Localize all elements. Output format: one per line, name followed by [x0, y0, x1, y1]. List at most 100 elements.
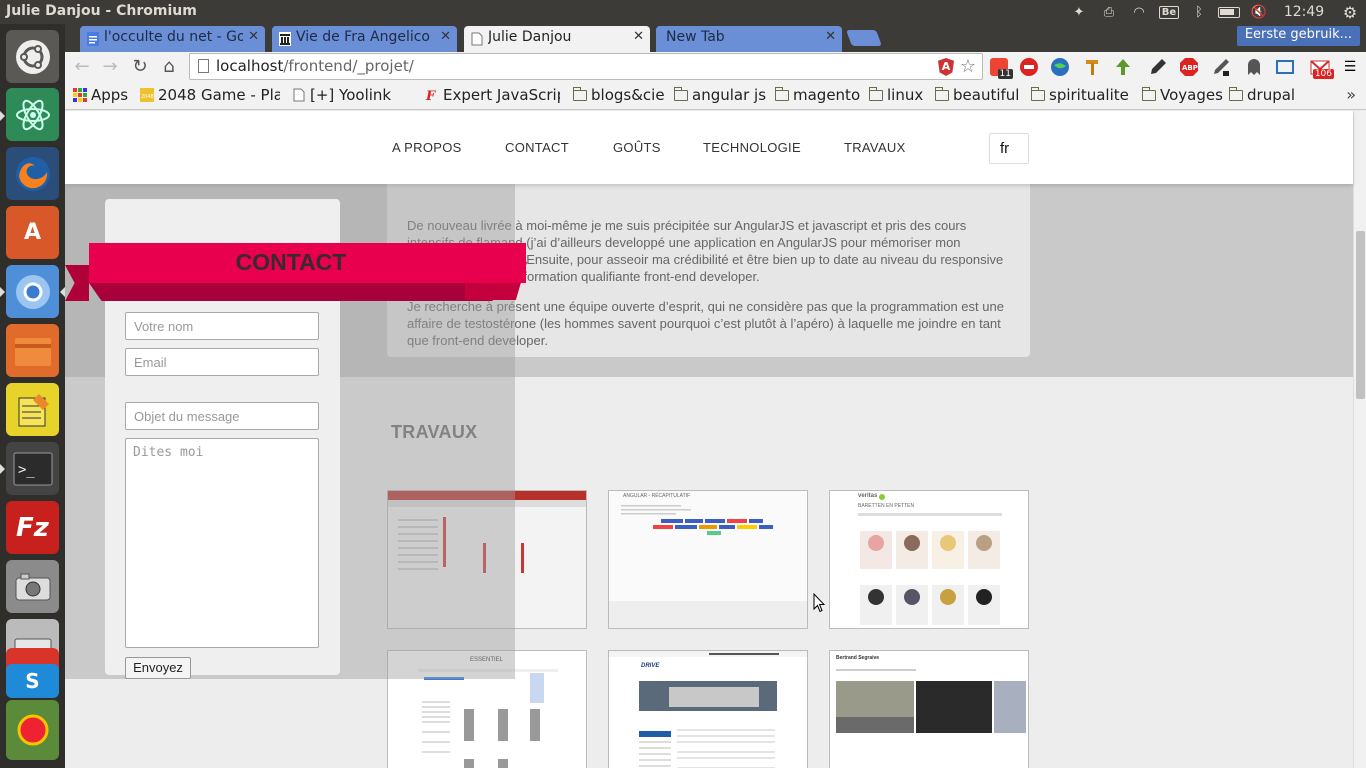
name-field[interactable]: Votre nom — [125, 312, 319, 340]
clock[interactable]: 12:49 — [1274, 0, 1334, 24]
bookmark-star-icon[interactable]: ☆ — [960, 56, 976, 77]
text-editor-icon[interactable] — [6, 383, 59, 436]
hammer-extension-icon[interactable] — [1081, 55, 1105, 79]
nav-contact[interactable]: CONTACT — [505, 140, 569, 155]
address-bar[interactable]: localhost/frontend/_projet/ A ☆ — [189, 53, 983, 80]
printer-icon[interactable]: ⎙ — [1094, 0, 1124, 24]
profile-button[interactable]: Eerste gebruik... — [1236, 26, 1360, 46]
feedly-extension-icon[interactable]: 11 — [987, 55, 1013, 79]
nav-technologie[interactable]: TECHNOLOGIE — [703, 140, 801, 155]
bookmark-folder-spiritualite[interactable]: spiritualite — [1031, 86, 1129, 104]
svg-text:>_: >_ — [18, 462, 35, 478]
bookmarks-overflow-icon[interactable]: » — [1346, 85, 1356, 104]
chromium-window: l'occulte du net - Goo ✕ Vie de Fra Ange… — [65, 24, 1366, 768]
globe-extension-icon[interactable] — [1048, 55, 1072, 79]
arrow-extension-icon[interactable] — [1111, 55, 1135, 79]
nav-gouts[interactable]: GOÛTS — [613, 140, 661, 155]
volume-muted-icon[interactable]: 🔇 — [1244, 0, 1274, 24]
dropbox-icon[interactable]: ✦ — [1064, 0, 1094, 24]
contact-ribbon: CONTACT — [89, 243, 526, 283]
software-center-icon[interactable]: A — [6, 206, 59, 259]
files-icon[interactable] — [6, 324, 59, 377]
tab-close-icon[interactable]: ✕ — [633, 29, 644, 44]
bookmark-folder-linux[interactable]: linux — [869, 86, 923, 104]
forward-arrow-icon[interactable]: → — [98, 55, 122, 79]
svg-text:F: F — [425, 89, 436, 102]
back-arrow-icon[interactable]: ← — [70, 55, 94, 79]
firefox-icon[interactable] — [6, 147, 59, 200]
send-button[interactable]: Envoyez — [125, 657, 191, 679]
system-tray: ✦ ⎙ ◠ Be ᛒ 🔇 12:49 ⚙ — [1064, 0, 1366, 24]
tab-close-icon[interactable]: ✕ — [248, 29, 259, 44]
wifi-icon[interactable]: ◠ — [1124, 0, 1154, 24]
svg-text:ABP: ABP — [1182, 64, 1198, 72]
contact-title: CONTACT — [235, 249, 347, 275]
bookmark-folder-magento[interactable]: magento — [775, 86, 860, 104]
folder-icon — [775, 87, 789, 101]
bookmark-folder-blogs[interactable]: blogs&cie — [573, 86, 665, 104]
camera-icon[interactable] — [6, 560, 59, 613]
home-icon[interactable]: ⌂ — [157, 55, 181, 79]
reload-icon[interactable]: ↻ — [128, 55, 152, 79]
game-app-icon[interactable] — [6, 700, 59, 760]
bookmark-expert-javascript[interactable]: F Expert JavaScript — [425, 86, 560, 104]
chrome-menu-icon[interactable]: ☰ — [1338, 55, 1362, 79]
scrollbar-thumb[interactable] — [1356, 231, 1365, 399]
bookmark-yoolink[interactable]: [+] Yoolink — [292, 86, 391, 104]
tab-google-docs[interactable]: l'occulte du net - Goo ✕ — [80, 26, 265, 52]
mouse-cursor-icon — [813, 593, 825, 613]
ubuntu-dash-icon[interactable] — [6, 30, 59, 83]
tab-close-icon[interactable]: ✕ — [440, 29, 451, 44]
bookmark-folder-angular[interactable]: angular js — [674, 86, 766, 104]
gmail-checker-icon[interactable]: 106 — [1308, 55, 1334, 79]
folder-icon — [1031, 87, 1045, 101]
new-tab-button[interactable] — [846, 30, 882, 46]
browser-toolbar: ← → ↻ ⌂ localhost/frontend/_projet/ A ☆ … — [65, 52, 1366, 82]
page-viewport: A PROPOS CONTACT GOÛTS TECHNOLOGIE TRAVA… — [65, 111, 1366, 768]
bluetooth-icon[interactable]: ᛒ — [1184, 0, 1214, 24]
project-thumbnail-angular[interactable]: ANGULAR - RÉCAPITULATIF — [608, 490, 808, 629]
eyedropper-icon[interactable] — [1146, 55, 1170, 79]
bookmark-folder-beautiful[interactable]: beautiful — [935, 86, 1019, 104]
nav-travaux[interactable]: TRAVAUX — [844, 140, 906, 155]
bookmark-2048[interactable]: 2048 2048 Game - Play — [140, 86, 280, 104]
project-thumbnail-drive[interactable]: DRIVE — [608, 650, 808, 768]
filezilla-icon[interactable]: Fz — [6, 501, 59, 554]
color-picker-icon[interactable] — [1209, 55, 1233, 79]
chromium-icon[interactable] — [6, 265, 59, 318]
message-textarea[interactable]: Dites moi — [125, 438, 319, 648]
atom-editor-icon[interactable] — [6, 88, 59, 141]
project-thumbnail-photography[interactable]: Bertrand Segraive — [829, 650, 1029, 768]
window-resizer-icon[interactable] — [1273, 55, 1297, 79]
terminal-icon[interactable]: >_ — [6, 442, 59, 495]
subject-field[interactable]: Objet du message — [125, 402, 319, 430]
angular-batarang-icon[interactable]: A — [938, 58, 954, 76]
ribbon-under — [89, 283, 509, 301]
ghostery-icon[interactable] — [1242, 55, 1266, 79]
folder-icon — [869, 87, 883, 101]
bookmark-folder-drupal[interactable]: drupal — [1229, 86, 1295, 104]
language-select[interactable]: fr — [989, 133, 1029, 164]
svg-text:2048: 2048 — [141, 94, 154, 100]
apps-grid-icon — [73, 88, 87, 102]
session-gear-icon[interactable]: ⚙ — [1334, 0, 1366, 24]
site-navigation: A PROPOS CONTACT GOÛTS TECHNOLOGIE TRAVA… — [65, 111, 1353, 184]
nav-a-propos[interactable]: A PROPOS — [392, 140, 462, 155]
bookmark-apps[interactable]: Apps — [73, 86, 128, 104]
adblock-stop-icon[interactable] — [1017, 55, 1041, 79]
keyboard-layout-indicator[interactable]: Be — [1154, 0, 1184, 24]
page-info-icon[interactable] — [198, 59, 209, 73]
project-thumbnail-veritas[interactable]: veritas BARETTEN EN PETTEN — [829, 490, 1029, 629]
url-text[interactable]: localhost/frontend/_projet/ — [216, 57, 414, 75]
page-scrollbar[interactable] — [1353, 111, 1366, 768]
adblock-plus-icon[interactable]: ABP — [1177, 55, 1201, 79]
email-field[interactable]: Email — [125, 348, 319, 376]
skype-icon[interactable]: S — [6, 664, 59, 698]
tab-close-icon[interactable]: ✕ — [825, 29, 836, 44]
tab-new-tab[interactable]: New Tab ✕ — [656, 26, 842, 52]
tab-julie-danjou[interactable]: Julie Danjou ✕ — [464, 26, 650, 52]
page-icon — [471, 32, 483, 46]
battery-icon[interactable] — [1214, 0, 1244, 24]
bookmark-folder-voyages[interactable]: Voyages — [1142, 86, 1223, 104]
tab-fra-angelico[interactable]: Vie de Fra Angelico c ✕ — [272, 26, 457, 52]
